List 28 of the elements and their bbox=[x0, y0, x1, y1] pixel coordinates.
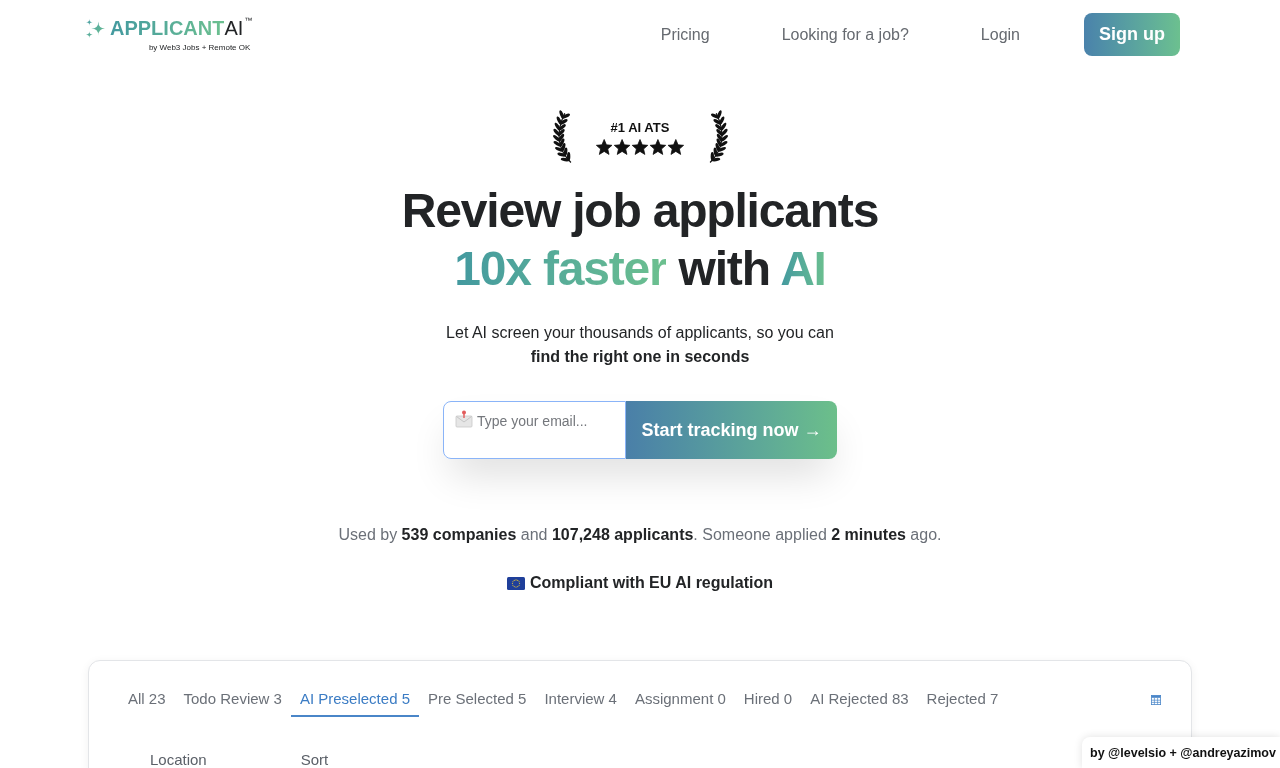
filter-label: Sort bbox=[300, 751, 329, 768]
logo-byline: by Web3 Jobs + Remote OK bbox=[148, 43, 251, 53]
nav-link[interactable]: Login bbox=[944, 22, 1056, 47]
filter-label: Location bbox=[150, 751, 207, 768]
compliance-note: Compliant with EU AI regulation bbox=[530, 573, 773, 593]
signup-button[interactable]: Sign up bbox=[1084, 13, 1180, 56]
envelope-icon bbox=[455, 410, 473, 428]
usage-stats: Used by 539 companies and 107,248 applicants. Someone applied 2 minutes ago. bbox=[338, 525, 942, 545]
credit-badge[interactable]: by @levelsio + @andreyazimov bbox=[1082, 737, 1280, 768]
email-field[interactable]: Type your email... bbox=[443, 401, 626, 459]
filter-tab[interactable]: Pre Selected 5 bbox=[419, 683, 536, 717]
filter-tab[interactable]: Todo Review 3 bbox=[174, 683, 291, 717]
filter-tab[interactable]: AI Preselected 5 bbox=[290, 683, 419, 717]
nav-link[interactable]: Pricing bbox=[624, 22, 746, 47]
filter-tab[interactable]: Hired 0 bbox=[734, 683, 802, 717]
start-tracking-button[interactable]: Start tracking now → bbox=[626, 401, 837, 459]
subtitle: Let AI screen your thousands of applicants, so you can find the right one in seconds bbox=[446, 323, 834, 367]
sparkle-icon bbox=[86, 18, 105, 38]
award-title: #1 AI ATS bbox=[610, 119, 670, 136]
filter-tab[interactable]: Assignment 0 bbox=[625, 683, 735, 717]
filter-tab[interactable]: AI Rejected 83 bbox=[801, 683, 918, 717]
table-icon[interactable] bbox=[1151, 695, 1161, 705]
filter-tab[interactable]: Rejected 7 bbox=[917, 683, 1008, 717]
filter-tab[interactable]: Interview 4 bbox=[535, 683, 626, 717]
eu-flag-icon bbox=[507, 576, 525, 590]
filter-tab[interactable]: All 23 bbox=[119, 683, 175, 717]
nav-link[interactable]: Looking for a job? bbox=[745, 22, 945, 47]
headline: Review job applicants 10x faster with AI bbox=[401, 183, 879, 297]
